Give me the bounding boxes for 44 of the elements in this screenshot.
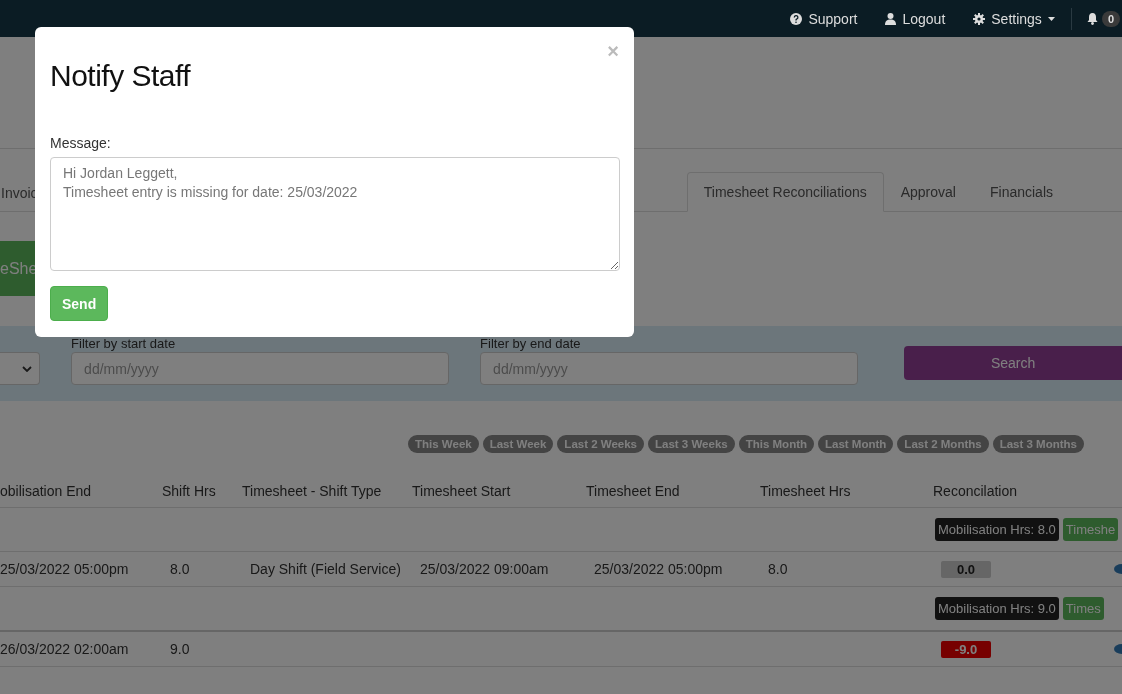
tab[interactable]: Approval: [883, 172, 973, 212]
hours-tag: Mobilisation Hrs: 9.0: [935, 597, 1059, 620]
variance-tag: 0.0: [941, 560, 991, 578]
nav-link[interactable]: Settings: [959, 10, 1069, 27]
table-cell: 25/03/2022 05:00pm: [0, 561, 129, 577]
column-header: Shift Hrs: [162, 483, 216, 499]
table-cell: 8.0: [768, 561, 788, 577]
user-icon: [885, 12, 897, 25]
field-label: Message:: [50, 135, 112, 151]
table-cell: Day Shift (Field Service): [250, 561, 401, 577]
chevron-icon: [22, 365, 33, 372]
message-field[interactable]: Hi Jordan Leggett, Timesheet entry is missing for date: 25/03/2022: [50, 157, 620, 271]
table-cell: 8.0: [170, 561, 190, 577]
caret-icon: [1047, 16, 1055, 21]
hours-tag: Mobilisation Hrs: 8.0: [935, 518, 1059, 541]
table-cell: 9.0: [170, 641, 190, 657]
help-icon: [790, 12, 803, 25]
field-label: Filter by start date: [71, 336, 177, 352]
comment-icon[interactable]: [1114, 563, 1122, 575]
column-header: Timesheet - Shift Type: [242, 483, 382, 499]
tab[interactable]: Financials: [972, 172, 1070, 212]
timesheet-tag: Timeshe: [1062, 518, 1119, 541]
tab[interactable]: Timesheet Reconciliations: [686, 172, 884, 212]
dialog-title: Notify Staff: [50, 59, 191, 93]
comment-icon[interactable]: [1114, 643, 1122, 655]
search-button[interactable]: Search: [904, 346, 1122, 380]
column-header: Timesheet Hrs: [760, 483, 851, 499]
bell-icon[interactable]: [1085, 12, 1099, 25]
table-cell: 25/03/2022 09:00am: [420, 561, 549, 577]
column-header: Timesheet End: [586, 483, 680, 499]
table-cell: 26/03/2022 02:00am: [0, 641, 129, 657]
close-button[interactable]: ×: [603, 41, 623, 61]
column-header: Reconcilation: [933, 483, 1018, 499]
table-cell: 25/03/2022 05:00pm: [594, 561, 723, 577]
nav-link[interactable]: Support: [776, 10, 872, 27]
notification-count: 0: [1101, 10, 1120, 27]
timesheet-tag: Times: [1062, 597, 1104, 620]
variance-tag: -9.0: [941, 640, 991, 658]
column-header: obilisation End: [0, 483, 92, 499]
column-header: Timesheet Start: [412, 483, 511, 499]
field-label: Filter by end date: [480, 336, 582, 352]
send-button[interactable]: Send: [50, 286, 109, 321]
nav-link[interactable]: Logout: [871, 10, 960, 27]
settings-icon: [973, 12, 986, 25]
